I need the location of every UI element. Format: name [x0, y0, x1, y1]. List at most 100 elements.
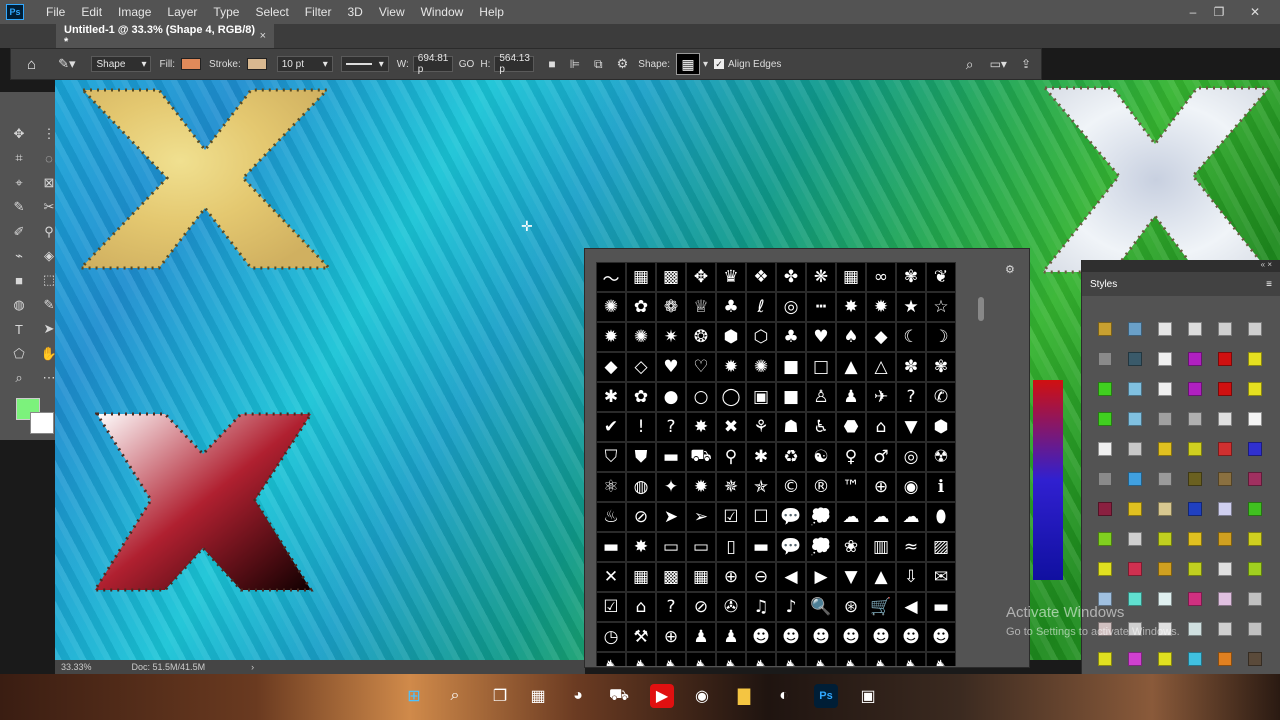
custom-shape-82[interactable]: ◎: [896, 442, 926, 472]
share-icon[interactable]: ⇪: [1021, 57, 1031, 71]
custom-shape-99[interactable]: ➢: [686, 502, 716, 532]
custom-shape-112[interactable]: ▯: [716, 532, 746, 562]
style-swatch-64[interactable]: [1210, 614, 1240, 644]
maximize-button[interactable]: ❐: [1202, 0, 1236, 24]
custom-shape-52[interactable]: ◯: [716, 382, 746, 412]
close-button[interactable]: ✕: [1238, 0, 1272, 24]
custom-shape-81[interactable]: ♂: [866, 442, 896, 472]
custom-shape-92[interactable]: ™: [836, 472, 866, 502]
custom-shape-67[interactable]: ♿: [806, 412, 836, 442]
red-x-shape[interactable]: [95, 412, 315, 594]
custom-shape-55[interactable]: ♙: [806, 382, 836, 412]
custom-shape-122[interactable]: ▩: [656, 562, 686, 592]
custom-shape-27[interactable]: ❂: [686, 322, 716, 352]
custom-shape-34[interactable]: ☾: [896, 322, 926, 352]
custom-shape-1[interactable]: ▦: [626, 262, 656, 292]
custom-shape-135[interactable]: ⊘: [686, 592, 716, 622]
custom-shape-113[interactable]: ▬: [746, 532, 776, 562]
style-swatch-19[interactable]: [1120, 404, 1150, 434]
custom-shape-25[interactable]: ✺: [626, 322, 656, 352]
custom-shape-134[interactable]: ?: [656, 592, 686, 622]
widgets-icon[interactable]: ▦: [526, 684, 550, 708]
custom-shape-154[interactable]: ☻: [896, 622, 926, 652]
custom-shape-136[interactable]: ✇: [716, 592, 746, 622]
style-swatch-22[interactable]: [1210, 404, 1240, 434]
custom-shape-109[interactable]: ✸: [626, 532, 656, 562]
custom-shape-158[interactable]: ♞: [656, 652, 686, 666]
youtube-icon[interactable]: ▶: [650, 684, 674, 708]
tool-8-icon[interactable]: ✐: [8, 222, 30, 242]
custom-shape-83[interactable]: ☢: [926, 442, 956, 472]
custom-shape-24[interactable]: ✹: [596, 322, 626, 352]
photoshop-icon[interactable]: Ps: [814, 684, 838, 708]
custom-shape-140[interactable]: ⊛: [836, 592, 866, 622]
custom-shape-0[interactable]: 〜: [596, 262, 626, 292]
style-swatch-32[interactable]: [1150, 464, 1180, 494]
style-swatch-67[interactable]: [1120, 644, 1150, 674]
custom-shape-22[interactable]: ★: [896, 292, 926, 322]
style-swatch-43[interactable]: [1120, 524, 1150, 554]
custom-shape-80[interactable]: ♀: [836, 442, 866, 472]
custom-shape-103[interactable]: 💭: [806, 502, 836, 532]
custom-shape-47[interactable]: ✾: [926, 352, 956, 382]
custom-shape-111[interactable]: ▭: [686, 532, 716, 562]
custom-shape-165[interactable]: ♞: [866, 652, 896, 666]
custom-shape-17[interactable]: ℓ: [746, 292, 776, 322]
style-swatch-11[interactable]: [1240, 344, 1270, 374]
custom-shape-36[interactable]: ◆: [596, 352, 626, 382]
style-swatch-40[interactable]: [1210, 494, 1240, 524]
custom-shape-161[interactable]: ♞: [746, 652, 776, 666]
custom-shape-123[interactable]: ▦: [686, 562, 716, 592]
custom-shape-120[interactable]: ✕: [596, 562, 626, 592]
path-arrangement-icon[interactable]: ⧉: [594, 57, 603, 72]
custom-shape-2[interactable]: ▩: [656, 262, 686, 292]
custom-shape-156[interactable]: ♞: [596, 652, 626, 666]
custom-shape-61[interactable]: !: [626, 412, 656, 442]
style-swatch-17[interactable]: [1240, 374, 1270, 404]
style-swatch-38[interactable]: [1150, 494, 1180, 524]
custom-shape-26[interactable]: ✷: [656, 322, 686, 352]
custom-shape-11[interactable]: ❦: [926, 262, 956, 292]
custom-shape-44[interactable]: ▲: [836, 352, 866, 382]
style-swatch-25[interactable]: [1120, 434, 1150, 464]
shape-picker-button[interactable]: ▦: [675, 53, 700, 75]
style-swatch-69[interactable]: [1180, 644, 1210, 674]
style-swatch-68[interactable]: [1150, 644, 1180, 674]
custom-shape-48[interactable]: ✱: [596, 382, 626, 412]
style-swatch-45[interactable]: [1180, 524, 1210, 554]
custom-shape-159[interactable]: ♞: [686, 652, 716, 666]
custom-shape-18[interactable]: ◎: [776, 292, 806, 322]
custom-shape-114[interactable]: 💬: [776, 532, 806, 562]
menu-layer[interactable]: Layer: [159, 0, 205, 24]
style-swatch-29[interactable]: [1240, 434, 1270, 464]
custom-shape-69[interactable]: ⌂: [866, 412, 896, 442]
styles-tab[interactable]: Styles: [1090, 279, 1117, 290]
style-swatch-8[interactable]: [1150, 344, 1180, 374]
windows-icon[interactable]: ⊞: [402, 684, 426, 708]
custom-shape-128[interactable]: ▼: [836, 562, 866, 592]
style-swatch-18[interactable]: [1090, 404, 1120, 434]
custom-shape-149[interactable]: ☻: [746, 622, 776, 652]
tool-4-icon[interactable]: ⌖: [8, 173, 30, 193]
style-swatch-36[interactable]: [1090, 494, 1120, 524]
custom-shape-110[interactable]: ▭: [656, 532, 686, 562]
style-swatch-35[interactable]: [1240, 464, 1270, 494]
custom-shape-166[interactable]: ♞: [896, 652, 926, 666]
custom-shape-46[interactable]: ✽: [896, 352, 926, 382]
style-swatch-50[interactable]: [1150, 554, 1180, 584]
style-swatch-2[interactable]: [1150, 314, 1180, 344]
style-swatch-63[interactable]: [1180, 614, 1210, 644]
custom-shape-8[interactable]: ▦: [836, 262, 866, 292]
custom-shape-33[interactable]: ◆: [866, 322, 896, 352]
style-swatch-47[interactable]: [1240, 524, 1270, 554]
custom-shape-29[interactable]: ⬡: [746, 322, 776, 352]
custom-shape-39[interactable]: ♡: [686, 352, 716, 382]
custom-shape-116[interactable]: ❀: [836, 532, 866, 562]
custom-shape-164[interactable]: ♞: [836, 652, 866, 666]
custom-shape-31[interactable]: ♥: [806, 322, 836, 352]
custom-shape-71[interactable]: ⬢: [926, 412, 956, 442]
custom-shape-95[interactable]: ℹ: [926, 472, 956, 502]
style-swatch-4[interactable]: [1210, 314, 1240, 344]
style-swatch-58[interactable]: [1210, 584, 1240, 614]
photoshop-logo-icon[interactable]: Ps: [6, 4, 24, 20]
